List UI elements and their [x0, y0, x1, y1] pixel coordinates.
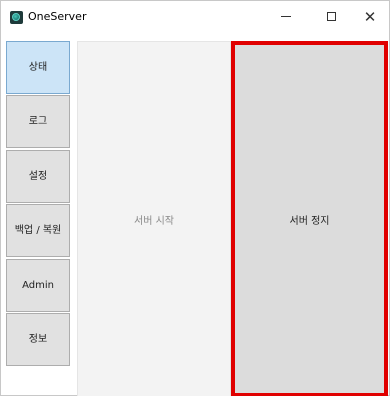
minimize-icon — [281, 16, 291, 17]
close-button[interactable]: ✕ — [353, 1, 387, 33]
sidebar-item-status[interactable]: 상태 — [6, 41, 70, 94]
minimize-button[interactable] — [269, 1, 303, 33]
sidebar-item-log[interactable]: 로그 — [6, 95, 70, 148]
app-window: OneServer ✕ 상태 로그 설정 백업 / 복원 Admin 정보 서버… — [0, 0, 390, 396]
server-start-button[interactable]: 서버 시작 — [77, 41, 231, 396]
server-stop-button[interactable]: 서버 정지 — [231, 41, 388, 396]
main-content: 서버 시작 서버 정지 — [77, 41, 389, 396]
sidebar-item-backup-restore[interactable]: 백업 / 복원 — [6, 204, 70, 257]
sidebar-item-admin[interactable]: Admin — [6, 259, 70, 312]
window-title: OneServer — [28, 10, 87, 23]
app-logo-icon — [10, 11, 23, 24]
maximize-button[interactable] — [314, 1, 348, 33]
close-icon: ✕ — [363, 8, 377, 26]
sidebar-item-settings[interactable]: 설정 — [6, 150, 70, 203]
sidebar-item-info[interactable]: 정보 — [6, 313, 70, 366]
server-start-label: 서버 시작 — [134, 215, 174, 227]
title-bar[interactable]: OneServer ✕ — [1, 1, 389, 33]
maximize-icon — [326, 12, 336, 21]
server-stop-label: 서버 정지 — [289, 215, 330, 227]
